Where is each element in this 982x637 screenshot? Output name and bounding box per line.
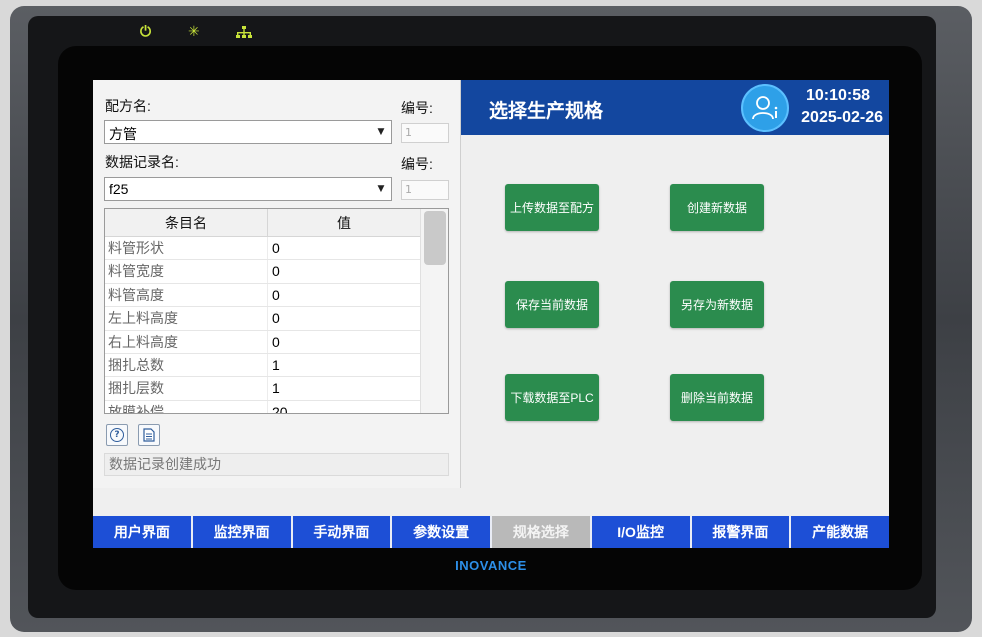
- row-name: 放膜补偿: [105, 400, 268, 413]
- record-name-label: 数据记录名:: [105, 154, 179, 170]
- status-message: 数据记录创建成功: [104, 453, 449, 476]
- nav-alarms[interactable]: 报警界面: [691, 516, 792, 548]
- table-row[interactable]: 捆扎层数 1: [105, 377, 420, 401]
- row-value[interactable]: 0: [268, 307, 420, 329]
- table-row[interactable]: 左上料高度 0: [105, 307, 420, 331]
- row-name: 左上料高度: [105, 307, 268, 330]
- user-login-button[interactable]: [741, 84, 789, 132]
- upload-to-recipe-button[interactable]: 上传数据至配方: [505, 184, 599, 231]
- bottom-nav: 用户界面 监控界面 手动界面 参数设置 规格选择 I/O监控 报警界面 产能数据: [93, 516, 889, 548]
- record-info-button[interactable]: [138, 424, 160, 446]
- save-current-data-button[interactable]: 保存当前数据: [505, 281, 599, 328]
- row-value[interactable]: 0: [268, 284, 420, 306]
- grid-scrollbar[interactable]: [420, 209, 448, 413]
- record-name-dropdown[interactable]: f25 ▼: [104, 177, 392, 201]
- row-name: 捆扎总数: [105, 353, 268, 377]
- network-icon: [236, 26, 252, 43]
- table-row[interactable]: 料管宽度 0: [105, 260, 420, 284]
- user-icon: [752, 96, 778, 120]
- table-row[interactable]: 捆扎总数 1: [105, 353, 420, 378]
- table-row[interactable]: 料管形状 0: [105, 237, 420, 261]
- create-new-data-button[interactable]: 创建新数据: [670, 184, 764, 231]
- row-name: 料管宽度: [105, 260, 268, 283]
- recipe-number-label: 编号:: [401, 100, 433, 116]
- clock: 10:10:58 2025-02-26: [801, 86, 883, 130]
- recipe-panel: 配方名: 编号: 方管 ▼ 1 数据记录名: 编号: f25 ▼ 1 条目名 值…: [93, 80, 461, 488]
- record-name-value: f25: [109, 181, 129, 197]
- record-number-field: 1: [401, 180, 449, 200]
- row-name: 料管高度: [105, 283, 268, 307]
- row-name: 料管形状: [105, 237, 268, 260]
- grid-body: 料管形状 0 料管宽度 0 料管高度 0 左上料高度 0 右上料高度 0 捆扎总…: [105, 237, 420, 413]
- page-title: 选择生产规格: [489, 101, 604, 122]
- table-row[interactable]: 右上料高度 0: [105, 330, 420, 354]
- nav-io-monitor[interactable]: I/O监控: [591, 516, 692, 548]
- nav-parameters[interactable]: 参数设置: [392, 516, 492, 548]
- row-name: 捆扎层数: [105, 377, 268, 400]
- dropdown-arrow-icon[interactable]: ▼: [371, 121, 391, 143]
- download-to-plc-button[interactable]: 下载数据至PLC: [505, 374, 599, 421]
- row-value[interactable]: 0: [268, 260, 420, 282]
- brand-logo: INOVANCE: [455, 558, 527, 573]
- recipe-name-label: 配方名:: [105, 98, 151, 114]
- column-header-value: 值: [337, 214, 351, 231]
- table-row[interactable]: 料管高度 0: [105, 283, 420, 308]
- power-icon: ⏻: [140, 24, 152, 40]
- nav-manual[interactable]: 手动界面: [292, 516, 393, 548]
- recipe-name-value: 方管: [109, 126, 137, 142]
- table-row[interactable]: 放膜补偿 20: [105, 400, 420, 413]
- clock-time: 10:10:58: [805, 87, 870, 104]
- column-header-name: 条目名: [105, 209, 268, 236]
- save-as-new-data-button[interactable]: 另存为新数据: [670, 281, 764, 328]
- clock-date: 2025-02-26: [801, 109, 883, 126]
- row-name: 右上料高度: [105, 330, 268, 353]
- scrollbar-thumb[interactable]: [424, 211, 446, 265]
- question-icon: ?: [110, 428, 124, 442]
- recipe-name-dropdown[interactable]: 方管 ▼: [104, 120, 392, 144]
- recipe-data-grid[interactable]: 条目名 值 料管形状 0 料管宽度 0 料管高度 0 左上料高度 0 右上料高度…: [104, 208, 449, 414]
- grid-header: 条目名 值: [105, 209, 420, 237]
- help-button[interactable]: ?: [106, 424, 128, 446]
- hmi-screen: 配方名: 编号: 方管 ▼ 1 数据记录名: 编号: f25 ▼ 1 条目名 值…: [93, 80, 889, 548]
- row-value[interactable]: 0: [268, 237, 420, 259]
- nav-spec-select[interactable]: 规格选择: [492, 516, 592, 548]
- delete-current-data-button[interactable]: 删除当前数据: [670, 374, 764, 421]
- nav-user[interactable]: 用户界面: [93, 516, 193, 548]
- row-value[interactable]: 1: [268, 354, 420, 376]
- row-value[interactable]: 1: [268, 377, 420, 399]
- recipe-number-field: 1: [401, 123, 449, 143]
- row-value[interactable]: 20: [268, 401, 420, 413]
- row-value[interactable]: 0: [268, 331, 420, 353]
- asterisk-icon: ✳: [188, 24, 200, 40]
- nav-production-data[interactable]: 产能数据: [791, 516, 889, 548]
- nav-monitor[interactable]: 监控界面: [192, 516, 293, 548]
- record-number-label: 编号:: [401, 156, 433, 172]
- title-bar: 选择生产规格 10:10:58 2025-02-26: [461, 80, 889, 135]
- document-icon: [143, 428, 155, 442]
- dropdown-arrow-icon[interactable]: ▼: [371, 178, 391, 200]
